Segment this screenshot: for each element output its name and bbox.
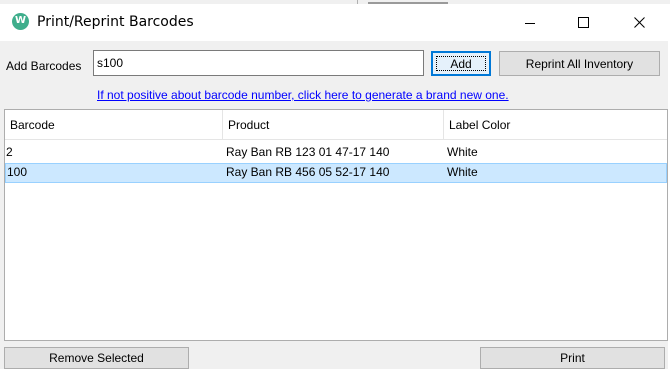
- cell-barcode: 100: [7, 165, 28, 179]
- maximize-button[interactable]: [560, 4, 606, 41]
- remove-selected-button[interactable]: Remove Selected: [4, 347, 189, 369]
- generate-new-barcode-link[interactable]: If not positive about barcode number, cl…: [97, 88, 509, 102]
- minimize-button[interactable]: [507, 4, 553, 41]
- minimize-icon: [525, 22, 535, 24]
- add-barcodes-input[interactable]: [93, 50, 424, 76]
- print-reprint-barcodes-window: W Print/Reprint Barcodes Add Barcodes Ad…: [0, 4, 668, 369]
- remove-button-label: Remove Selected: [49, 351, 144, 365]
- print-button-label: Print: [560, 351, 585, 365]
- add-button[interactable]: Add: [431, 51, 491, 76]
- add-button-label: Add: [450, 56, 472, 71]
- app-logo-letter: W: [14, 15, 27, 26]
- table-row[interactable]: 2 Ray Ban RB 123 01 47-17 140 White: [5, 143, 667, 163]
- dialog-body: Add Barcodes Add Reprint All Inventory I…: [0, 41, 668, 369]
- cell-label-color: White: [447, 145, 478, 159]
- cell-product: Ray Ban RB 123 01 47-17 140: [226, 145, 390, 159]
- cell-barcode: 2: [6, 145, 13, 159]
- title-bar[interactable]: W Print/Reprint Barcodes: [0, 4, 668, 41]
- column-header-label-color[interactable]: Label Color: [444, 110, 667, 140]
- close-button[interactable]: [616, 4, 662, 41]
- print-button[interactable]: Print: [480, 347, 665, 369]
- app-logo-icon: W: [12, 13, 29, 30]
- barcode-list[interactable]: Barcode Product Label Color 2 Ray Ban RB…: [4, 109, 668, 341]
- close-icon: [633, 17, 645, 28]
- reprint-all-inventory-button[interactable]: Reprint All Inventory: [499, 51, 660, 76]
- column-header-product[interactable]: Product: [223, 110, 444, 140]
- list-header: Barcode Product Label Color: [5, 110, 667, 140]
- maximize-icon: [577, 17, 589, 28]
- cell-label-color: White: [447, 165, 478, 179]
- add-barcodes-label: Add Barcodes: [6, 59, 82, 73]
- reprint-button-label: Reprint All Inventory: [525, 56, 634, 71]
- cell-product: Ray Ban RB 456 05 52-17 140: [226, 165, 390, 179]
- column-header-barcode[interactable]: Barcode: [5, 110, 223, 140]
- window-title: Print/Reprint Barcodes: [37, 14, 194, 30]
- table-row-selected[interactable]: 100 Ray Ban RB 456 05 52-17 140 White: [5, 163, 667, 183]
